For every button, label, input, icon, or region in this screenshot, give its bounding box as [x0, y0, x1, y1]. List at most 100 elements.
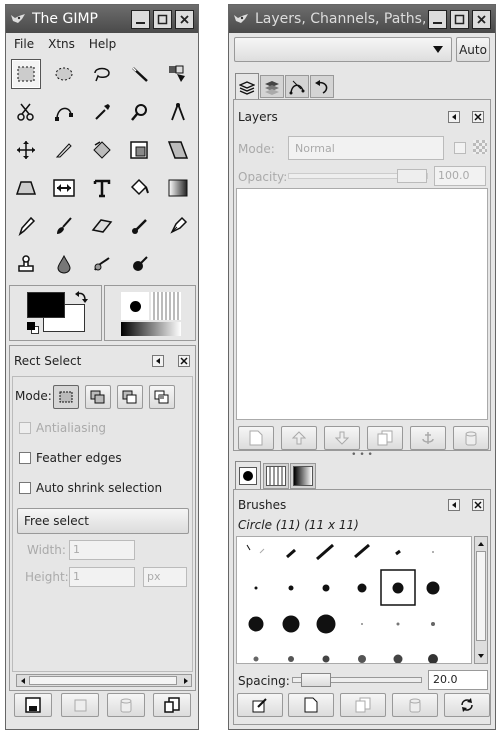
tab-channels[interactable]	[260, 75, 284, 98]
refresh-brushes-button[interactable]	[444, 693, 490, 717]
lower-layer-button[interactable]	[324, 426, 360, 450]
text-tool[interactable]	[87, 173, 117, 203]
magic-wand-tool[interactable]	[125, 59, 155, 89]
brush-circle-3[interactable]	[288, 585, 294, 591]
brushes-vertical-scrollbar[interactable]	[474, 536, 488, 664]
flip-tool[interactable]	[49, 173, 79, 203]
default-colors-icon[interactable]	[27, 322, 39, 334]
pane-separator-grip[interactable]: • • •	[347, 451, 377, 460]
tab-menu-icon[interactable]	[152, 355, 164, 367]
clone-tool[interactable]	[11, 249, 41, 279]
menu-xtns[interactable]: Xtns	[48, 37, 75, 51]
image-selector-combo[interactable]	[234, 37, 452, 62]
dock-titlebar[interactable]: Layers, Channels, Paths,	[229, 5, 495, 33]
minimize-button[interactable]	[131, 9, 150, 29]
lasso-tool[interactable]	[87, 59, 117, 89]
scroll-thumb[interactable]	[29, 676, 177, 685]
blend-tool[interactable]	[163, 173, 193, 203]
zoom-tool[interactable]	[125, 97, 155, 127]
close-button[interactable]	[472, 9, 491, 29]
menu-help[interactable]: Help	[89, 37, 116, 51]
brush-calligraphic-5[interactable]	[354, 543, 370, 559]
delete-layer-button[interactable]	[453, 426, 489, 450]
brush-fuzzy-13[interactable]	[358, 655, 366, 663]
raise-layer-button[interactable]	[281, 426, 317, 450]
brush-fuzzy-17[interactable]	[428, 654, 438, 664]
opacity-spinbutton[interactable]: 100.0	[434, 166, 486, 186]
perspective-tool[interactable]	[11, 173, 41, 203]
brush-preview[interactable]	[121, 292, 149, 320]
brush-calligraphic-6[interactable]	[395, 549, 401, 556]
scroll-down-icon[interactable]	[476, 651, 486, 661]
brush-calligraphic-3[interactable]	[286, 548, 296, 559]
brush-circle-1[interactable]	[254, 586, 258, 590]
brush-fuzzy-11[interactable]	[322, 655, 330, 663]
rect-select-tool[interactable]	[11, 59, 41, 89]
tab-layers[interactable]	[235, 73, 259, 99]
new-brush-button[interactable]	[288, 693, 334, 717]
opacity-slider[interactable]	[288, 169, 428, 183]
scale-tool[interactable]	[125, 135, 155, 165]
brush-circle-17[interactable]	[282, 615, 300, 633]
pencil-tool[interactable]	[11, 211, 41, 241]
tab-menu-icon[interactable]	[448, 111, 460, 123]
reset-options-button[interactable]	[153, 693, 191, 717]
crop-tool[interactable]	[49, 135, 79, 165]
save-options-button[interactable]	[14, 693, 52, 717]
brush-fuzzy-tiny[interactable]	[432, 551, 434, 553]
auto-shrink-checkbox[interactable]	[19, 482, 31, 494]
tab-undo-history[interactable]	[310, 75, 334, 98]
brush-circle-7[interactable]	[357, 583, 367, 593]
scroll-up-icon[interactable]	[476, 539, 486, 549]
mode-intersect-button[interactable]	[149, 385, 175, 409]
spacing-spinbutton[interactable]: 20.0	[428, 670, 488, 690]
maximize-button[interactable]	[153, 9, 172, 29]
tab-patterns[interactable]	[263, 463, 289, 489]
edit-brush-button[interactable]	[237, 693, 283, 717]
maximize-button[interactable]	[450, 9, 469, 29]
width-spinbutton[interactable]: 1	[69, 540, 135, 560]
brush-circle-13[interactable]	[426, 581, 440, 595]
mode-subtract-button[interactable]	[117, 385, 143, 409]
paintbrush-tool[interactable]	[49, 211, 79, 241]
height-spinbutton[interactable]: 1	[69, 567, 135, 587]
mode-add-button[interactable]	[85, 385, 111, 409]
brush-calligraphic-2[interactable]	[259, 548, 265, 554]
brush-circle-11[interactable]	[392, 582, 404, 594]
free-select-toggle[interactable]: Free select	[17, 508, 189, 534]
airbrush-tool[interactable]	[125, 211, 155, 241]
keep-transparency-checkbox[interactable]	[454, 142, 466, 154]
horizontal-scrollbar[interactable]	[16, 674, 192, 687]
layers-list[interactable]	[236, 188, 488, 420]
duplicate-brush-button[interactable]	[340, 693, 386, 717]
tab-paths[interactable]	[285, 75, 309, 98]
rotate-tool[interactable]	[87, 135, 117, 165]
scroll-left-icon[interactable]	[18, 676, 28, 686]
tab-brushes[interactable]	[235, 461, 261, 489]
new-layer-button[interactable]	[238, 426, 274, 450]
scissors-tool[interactable]	[11, 97, 41, 127]
color-picker-tool[interactable]	[87, 97, 117, 127]
swap-colors-icon[interactable]	[74, 290, 88, 304]
close-button[interactable]	[175, 9, 194, 29]
pattern-preview[interactable]	[151, 292, 181, 320]
spacing-slider-thumb[interactable]	[301, 673, 331, 687]
delete-brush-button[interactable]	[392, 693, 438, 717]
tab-gradients[interactable]	[290, 463, 316, 489]
smudge-tool[interactable]	[87, 249, 117, 279]
brush-fuzzy-7[interactable]	[253, 656, 259, 662]
shear-tool[interactable]	[163, 135, 193, 165]
minimize-button[interactable]	[428, 9, 447, 29]
select-by-color-tool[interactable]	[163, 59, 193, 89]
brush-fuzzy-15[interactable]	[393, 654, 403, 664]
close-tab-icon[interactable]	[472, 111, 484, 123]
duplicate-layer-button[interactable]	[367, 426, 403, 450]
measure-tool[interactable]	[163, 97, 193, 127]
tab-menu-icon[interactable]	[448, 499, 460, 511]
mode-replace-button[interactable]	[53, 385, 79, 409]
delete-options-button[interactable]	[107, 693, 145, 717]
restore-options-button[interactable]	[61, 693, 99, 717]
brush-fuzzy-1[interactable]	[361, 623, 363, 625]
close-tab-icon[interactable]	[178, 355, 190, 367]
spacing-slider[interactable]	[292, 673, 422, 687]
